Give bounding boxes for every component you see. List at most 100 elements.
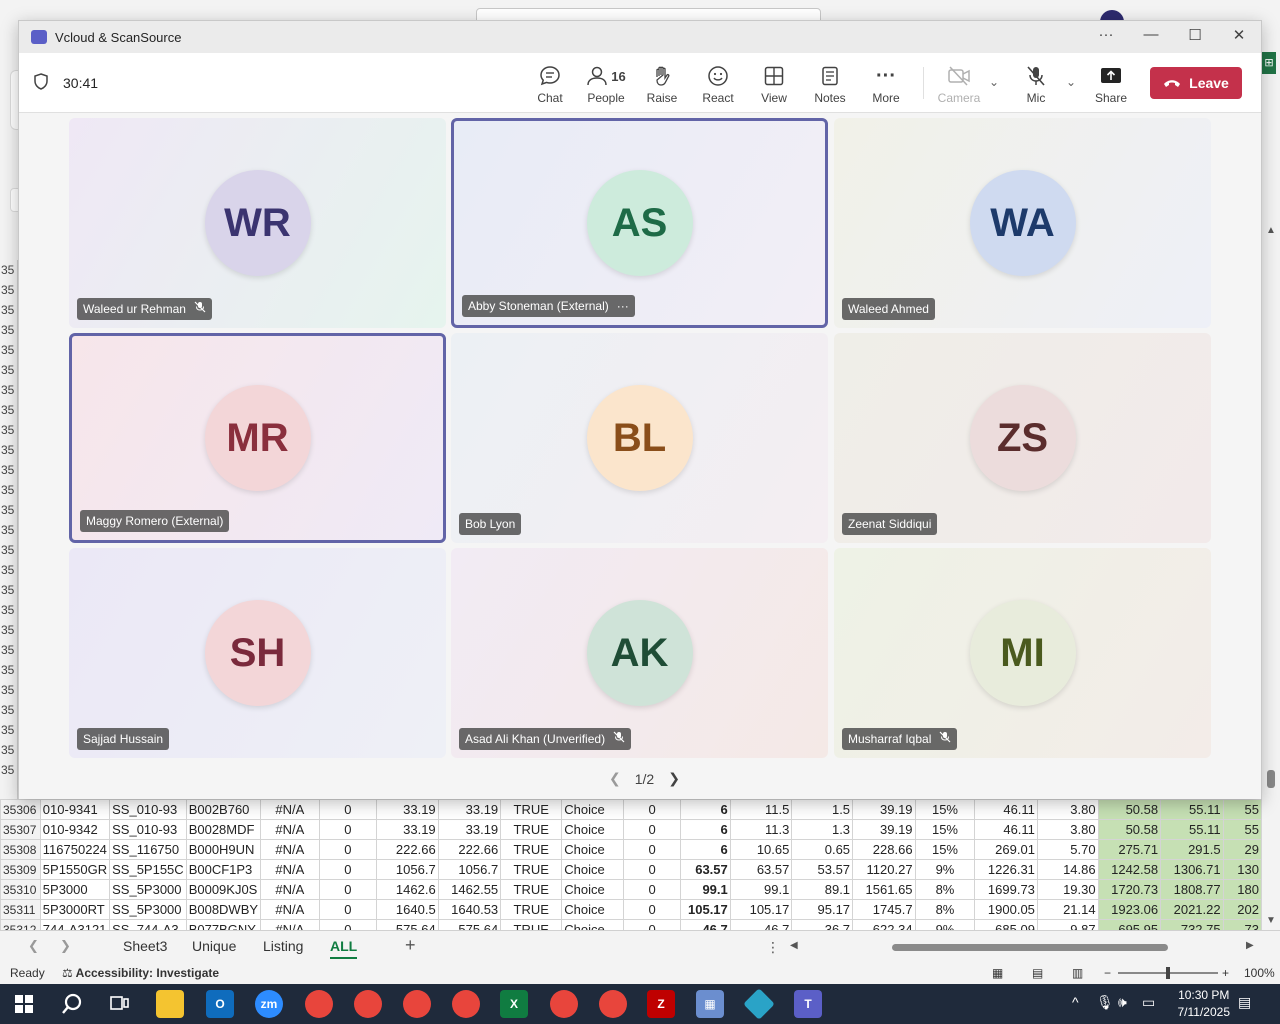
- grid-cell[interactable]: 0: [622, 919, 682, 930]
- grid-cell[interactable]: 46.11: [974, 819, 1038, 840]
- participant-tile[interactable]: MI Musharraf Iqbal: [834, 548, 1211, 758]
- grid-cell[interactable]: 55: [1222, 799, 1262, 820]
- grid-cell[interactable]: 33.19: [376, 799, 439, 820]
- grid-cell[interactable]: 269.01: [974, 839, 1038, 860]
- row-number[interactable]: 35: [0, 680, 17, 700]
- grid-cell[interactable]: 11.3: [729, 819, 793, 840]
- task-view-icon[interactable]: [106, 990, 134, 1018]
- participant-tile[interactable]: AK Asad Ali Khan (Unverified): [451, 548, 828, 758]
- grid-cell[interactable]: 575.64: [437, 919, 502, 930]
- grid-cell[interactable]: 50.58: [1097, 799, 1162, 820]
- grid-cell[interactable]: 1056.7: [437, 859, 502, 880]
- taskbar-clock[interactable]: 10:30 PM 7/11/2025: [1178, 987, 1231, 1021]
- grid-cell[interactable]: 63.57: [729, 859, 793, 880]
- filezilla-icon[interactable]: Z: [647, 990, 675, 1018]
- grid-cell[interactable]: 5P3000: [39, 879, 111, 900]
- row-number[interactable]: 35: [0, 580, 17, 600]
- grid-cell[interactable]: 1306.71: [1160, 859, 1224, 880]
- participant-tile[interactable]: WA Waleed Ahmed: [834, 118, 1211, 328]
- row-number[interactable]: 35: [0, 640, 17, 660]
- grid-cell[interactable]: 21.14: [1036, 899, 1099, 920]
- grid-cell[interactable]: 0: [622, 899, 682, 920]
- grid-cell[interactable]: SS_744-A3: [109, 919, 187, 930]
- grid-cell[interactable]: 0: [318, 799, 378, 820]
- row-header-cell[interactable]: 35306: [0, 799, 41, 820]
- row-header-cell[interactable]: 35310: [0, 879, 41, 900]
- row-number[interactable]: 35: [0, 620, 17, 640]
- grid-cell[interactable]: 0: [318, 839, 378, 860]
- grid-cell[interactable]: 0: [318, 919, 378, 930]
- grid-cell[interactable]: 1056.7: [376, 859, 439, 880]
- close-button[interactable]: ✕: [1224, 26, 1254, 44]
- grid-cell[interactable]: 180: [1222, 879, 1262, 900]
- grid-cell[interactable]: 6: [680, 839, 731, 860]
- notes-button[interactable]: Notes: [805, 63, 855, 105]
- grid-cell[interactable]: 1120.27: [852, 859, 916, 880]
- grid-cell[interactable]: 0: [622, 859, 682, 880]
- grid-cell[interactable]: TRUE: [500, 919, 563, 930]
- grid-cell[interactable]: 010-9342: [39, 819, 111, 840]
- sheet-tab-sheet3[interactable]: Sheet3: [123, 938, 167, 954]
- row-number[interactable]: 35: [0, 560, 17, 580]
- grid-cell[interactable]: 89.1: [791, 879, 854, 900]
- mic-button[interactable]: Mic: [1011, 63, 1061, 105]
- app-diamond-icon[interactable]: [743, 988, 775, 1020]
- grid-cell[interactable]: #N/A: [260, 819, 320, 840]
- grid-cell[interactable]: 130: [1222, 859, 1262, 880]
- grid-cell[interactable]: Choice: [561, 879, 624, 900]
- grid-cell[interactable]: 33.19: [376, 819, 439, 840]
- grid-cell[interactable]: 105.17: [729, 899, 793, 920]
- grid-cell[interactable]: 1808.77: [1160, 879, 1224, 900]
- row-number[interactable]: 35: [0, 540, 17, 560]
- view-button[interactable]: View: [749, 63, 799, 105]
- zoom-app-icon[interactable]: zm: [255, 990, 283, 1018]
- grid-cell[interactable]: 63.57: [680, 859, 731, 880]
- teams-icon[interactable]: T: [794, 990, 822, 1018]
- grid-cell[interactable]: 1561.65: [852, 879, 916, 900]
- grid-cell[interactable]: #N/A: [260, 839, 320, 860]
- grid-cell[interactable]: 11.5: [729, 799, 793, 820]
- excel-horizontal-scrollbar[interactable]: ◀ ▶: [790, 940, 1260, 954]
- grid-cell[interactable]: 1640.5: [376, 899, 439, 920]
- accessibility-status[interactable]: ⚖ Accessibility: Investigate: [62, 966, 219, 980]
- grid-cell[interactable]: #N/A: [260, 879, 320, 900]
- grid-cell[interactable]: 732.75: [1160, 919, 1224, 930]
- volume-icon[interactable]: 🕪: [1118, 994, 1127, 1011]
- grid-cell[interactable]: SS_5P3000: [109, 899, 187, 920]
- grid-cell[interactable]: B0028MDF: [185, 819, 262, 840]
- row-number[interactable]: 35: [0, 660, 17, 680]
- grid-cell[interactable]: 39.19: [852, 819, 916, 840]
- grid-cell[interactable]: 15%: [914, 799, 976, 820]
- share-button[interactable]: Share: [1086, 63, 1136, 105]
- chrome-profile-icon[interactable]: [599, 990, 627, 1018]
- row-number[interactable]: 35: [0, 520, 17, 540]
- grid-cell[interactable]: 1.5: [791, 799, 854, 820]
- chat-button[interactable]: Chat: [525, 63, 575, 105]
- grid-cell[interactable]: 1226.31: [974, 859, 1038, 880]
- grid-cell[interactable]: 39.19: [852, 799, 916, 820]
- grid-cell[interactable]: 1923.06: [1097, 899, 1162, 920]
- row-number[interactable]: 35: [0, 340, 17, 360]
- tray-chevron-icon[interactable]: ^: [1072, 994, 1079, 1010]
- grid-cell[interactable]: 105.17: [680, 899, 731, 920]
- grid-cell[interactable]: B0009KJ0S: [185, 879, 262, 900]
- microphone-tray-icon[interactable]: 🎙: [1096, 994, 1114, 1011]
- grid-cell[interactable]: 116750224: [39, 839, 111, 860]
- grid-cell[interactable]: #N/A: [260, 919, 320, 930]
- row-number[interactable]: 35: [0, 600, 17, 620]
- grid-cell[interactable]: 46.7: [680, 919, 731, 930]
- grid-cell[interactable]: 1462.55: [437, 879, 502, 900]
- grid-cell[interactable]: 1242.58: [1097, 859, 1162, 880]
- excel-green-tab[interactable]: ⊞: [1262, 52, 1276, 74]
- participant-tile[interactable]: BL Bob Lyon: [451, 333, 828, 543]
- grid-cell[interactable]: 9%: [914, 859, 976, 880]
- grid-cell[interactable]: 50.58: [1097, 819, 1162, 840]
- grid-cell[interactable]: B002B760: [185, 799, 262, 820]
- grid-cell[interactable]: Choice: [561, 899, 624, 920]
- grid-cell[interactable]: #N/A: [260, 859, 320, 880]
- tabs-more-icon[interactable]: ⋮: [766, 939, 780, 956]
- network-icon[interactable]: ▭: [1142, 994, 1155, 1011]
- chrome-profile-icon[interactable]: [403, 990, 431, 1018]
- grid-cell[interactable]: TRUE: [500, 839, 563, 860]
- grid-cell[interactable]: 222.66: [376, 839, 439, 860]
